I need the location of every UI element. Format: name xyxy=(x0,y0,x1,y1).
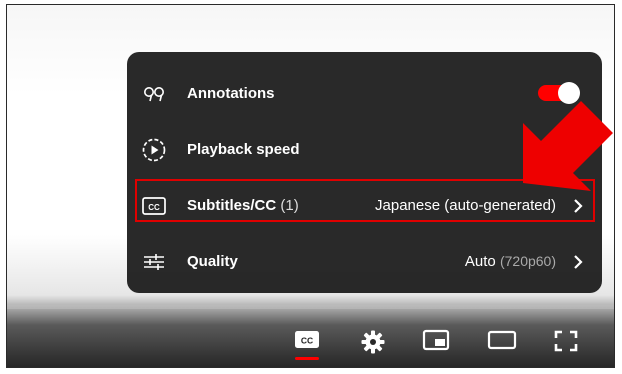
annotations-toggle[interactable] xyxy=(536,82,582,104)
cc-icon: CC xyxy=(141,193,167,219)
menu-item-label: Annotations xyxy=(187,85,275,102)
menu-item-annotations[interactable]: Annotations xyxy=(127,66,602,122)
chevron-right-icon xyxy=(572,253,584,271)
subtitles-cc-icon: CC xyxy=(295,331,319,348)
menu-item-label: Playback speed xyxy=(187,141,300,158)
player-controls: CC xyxy=(7,321,614,367)
quality-value-main: Auto xyxy=(464,253,496,270)
svg-text:CC: CC xyxy=(301,336,313,346)
subtitles-cc-button[interactable]: CC xyxy=(290,329,324,360)
fullscreen-icon xyxy=(554,330,578,352)
menu-item-subtitles-cc[interactable]: CC Subtitles/CC (1) Japanese (auto-gener… xyxy=(127,178,602,234)
settings-button[interactable] xyxy=(356,329,390,359)
miniplayer-icon xyxy=(422,329,450,351)
miniplayer-button[interactable] xyxy=(419,329,453,359)
cc-active-indicator xyxy=(295,357,319,360)
settings-menu: Annotations Playback speed Norm CC Subti… xyxy=(127,52,602,293)
fullscreen-button[interactable] xyxy=(549,329,583,359)
toggle-knob xyxy=(558,82,580,104)
quality-value: Auto (720p60) xyxy=(465,253,556,270)
video-player: Annotations Playback speed Norm CC Subti… xyxy=(6,4,615,368)
subtitles-value: Japanese (auto-generated) xyxy=(375,197,556,214)
menu-item-quality[interactable]: Quality Auto (720p60) xyxy=(127,234,602,290)
progress-bar[interactable] xyxy=(7,305,614,309)
theater-mode-icon xyxy=(487,330,517,350)
menu-item-label: Quality xyxy=(187,253,238,270)
menu-item-playback-speed[interactable]: Playback speed Norm xyxy=(127,122,602,178)
settings-gear-icon xyxy=(361,330,385,354)
menu-item-label: Subtitles/CC (1) xyxy=(187,197,299,214)
subtitles-label: Subtitles/CC xyxy=(187,197,277,214)
quality-value-detail: (720p60) xyxy=(499,253,556,269)
playback-speed-icon xyxy=(141,137,167,163)
chevron-right-icon xyxy=(572,197,584,215)
subtitles-count: (1) xyxy=(280,197,299,214)
quality-sliders-icon xyxy=(141,249,167,275)
annotations-icon xyxy=(141,81,167,107)
svg-text:CC: CC xyxy=(148,203,160,212)
theater-mode-button[interactable] xyxy=(485,329,519,359)
playback-speed-value: Norm xyxy=(549,141,586,158)
